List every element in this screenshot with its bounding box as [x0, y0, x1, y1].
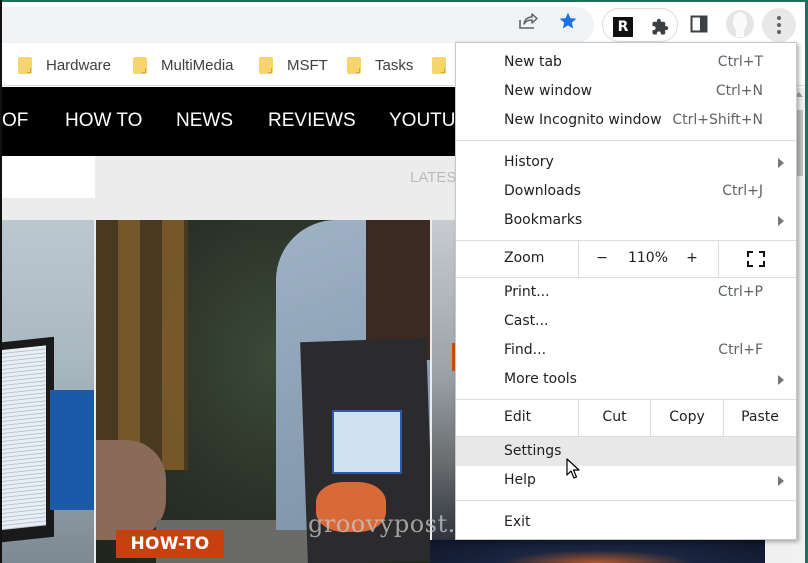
menu-separator	[456, 500, 796, 501]
site-subbar: LATES	[2, 156, 456, 198]
sticker-shape	[332, 410, 402, 474]
nav-item-reviews[interactable]: REVIEWS	[268, 110, 356, 132]
zoom-level-value: 110%	[627, 250, 669, 266]
menu-item-label: Exit	[504, 514, 531, 530]
side-panel-icon[interactable]	[690, 15, 708, 33]
submenu-arrow-icon	[778, 476, 784, 486]
edit-label: Edit	[504, 409, 532, 425]
menu-item-bookmarks[interactable]: Bookmarks	[456, 206, 796, 235]
chrome-main-menu: New tab Ctrl+T New window Ctrl+N New Inc…	[455, 42, 797, 540]
menu-separator	[456, 140, 796, 141]
menu-item-new-tab[interactable]: New tab Ctrl+T	[456, 48, 796, 77]
bookmark-label: Hardware	[46, 56, 112, 74]
menu-item-more-tools[interactable]: More tools	[456, 365, 796, 394]
menu-vertical-separator	[578, 241, 579, 277]
menu-item-help[interactable]: Help	[456, 466, 796, 495]
nav-item-how-to[interactable]: HOW TO	[65, 110, 142, 132]
folder-icon	[432, 56, 446, 74]
profile-avatar-icon[interactable]	[726, 10, 754, 38]
monitor-screen-shape	[2, 345, 46, 531]
r-extension-icon[interactable]: R	[613, 17, 633, 37]
fullscreen-icon[interactable]	[747, 251, 765, 267]
share-icon[interactable]	[518, 11, 538, 31]
menu-vertical-separator	[718, 241, 719, 277]
article-image-bottom[interactable]	[430, 540, 765, 563]
menu-item-label: New Incognito window	[504, 112, 662, 128]
folder-icon	[259, 56, 273, 74]
folder-icon	[133, 56, 147, 74]
menu-row-zoom: Zoom − 110% +	[456, 241, 796, 277]
menu-item-shortcut: Ctrl+Shift+N	[672, 112, 763, 128]
menu-item-label: History	[504, 154, 554, 170]
bookmark-folder-tasks[interactable]: Tasks	[347, 52, 413, 78]
extensions-puzzle-icon[interactable]	[650, 17, 670, 37]
menu-item-shortcut: Ctrl+F	[718, 342, 763, 358]
menu-item-exit[interactable]: Exit	[456, 508, 796, 537]
menu-item-label: More tools	[504, 371, 577, 387]
window-frame-left	[0, 0, 2, 563]
bookmark-star-icon[interactable]	[558, 11, 578, 31]
menu-item-label: Cast...	[504, 313, 549, 329]
menu-item-label: Find...	[504, 342, 547, 358]
category-badge-how-to[interactable]: HOW-TO	[116, 530, 224, 558]
bookmark-label: MSFT	[287, 56, 328, 74]
bookmark-label: MultiMedia	[161, 56, 234, 74]
site-navigation: OF HOW TO NEWS REVIEWS YOUTUBE	[2, 87, 456, 156]
menu-item-label: Print...	[504, 284, 550, 300]
latest-label[interactable]: LATES	[410, 169, 456, 186]
extensions-group: R	[602, 8, 678, 42]
nav-item-news[interactable]: NEWS	[176, 110, 233, 132]
menu-item-downloads[interactable]: Downloads Ctrl+J	[456, 177, 796, 206]
bookmark-folder-multimedia[interactable]: MultiMedia	[133, 52, 234, 78]
folder-icon	[347, 56, 361, 74]
zoom-label: Zoom	[504, 250, 545, 266]
mouse-pointer-icon	[566, 458, 580, 484]
menu-item-print[interactable]: Print... Ctrl+P	[456, 278, 796, 307]
page-right-gutter	[765, 540, 792, 563]
menu-item-label: Settings	[504, 443, 562, 459]
zoom-in-button[interactable]: +	[684, 250, 700, 266]
copy-button[interactable]: Copy	[651, 409, 723, 425]
menu-item-shortcut: Ctrl+N	[715, 83, 763, 99]
submenu-arrow-icon	[778, 216, 784, 226]
menu-item-shortcut: Ctrl+P	[717, 284, 763, 300]
menu-item-new-window[interactable]: New window Ctrl+N	[456, 77, 796, 106]
cut-button[interactable]: Cut	[579, 409, 650, 425]
menu-item-label: Downloads	[504, 183, 581, 199]
address-bar[interactable]	[2, 7, 594, 43]
submenu-arrow-icon	[778, 158, 784, 168]
three-dots-vertical-icon	[777, 16, 781, 34]
menu-item-shortcut: Ctrl+T	[717, 54, 763, 70]
menu-item-label: New tab	[504, 54, 562, 70]
menu-item-new-incognito-window[interactable]: New Incognito window Ctrl+Shift+N	[456, 106, 796, 135]
r-extension-letter: R	[617, 19, 629, 35]
menu-item-cast[interactable]: Cast...	[456, 307, 796, 336]
submenu-arrow-icon	[778, 375, 784, 385]
menu-item-shortcut: Ctrl+J	[722, 183, 763, 199]
bookmark-folder-msft[interactable]: MSFT	[259, 52, 328, 78]
browser-toolbar: R	[2, 2, 805, 44]
blue-binder-shape	[50, 390, 94, 510]
zoom-out-button[interactable]: −	[594, 250, 610, 266]
more-menu-button[interactable]	[762, 8, 796, 42]
menu-item-settings[interactable]: Settings	[456, 437, 796, 466]
menu-item-history[interactable]: History	[456, 148, 796, 177]
menu-row-edit: Edit Cut Copy Paste	[456, 400, 796, 436]
menu-item-label: Bookmarks	[504, 212, 583, 228]
bookmark-label: Tasks	[375, 56, 414, 74]
menu-item-label: New window	[504, 83, 593, 99]
subbar-search-area[interactable]	[2, 156, 95, 198]
nav-item-of[interactable]: OF	[2, 110, 28, 132]
bookmark-folder-hardware[interactable]: Hardware	[18, 52, 111, 78]
plaid-shirt-shape	[96, 220, 188, 470]
menu-item-label: Help	[504, 472, 536, 488]
menu-item-find[interactable]: Find... Ctrl+F	[456, 336, 796, 365]
paste-button[interactable]: Paste	[724, 409, 796, 425]
nav-item-youtube[interactable]: YOUTUBE	[389, 110, 456, 132]
folder-icon	[18, 56, 32, 74]
article-image-monitor[interactable]	[2, 220, 94, 563]
